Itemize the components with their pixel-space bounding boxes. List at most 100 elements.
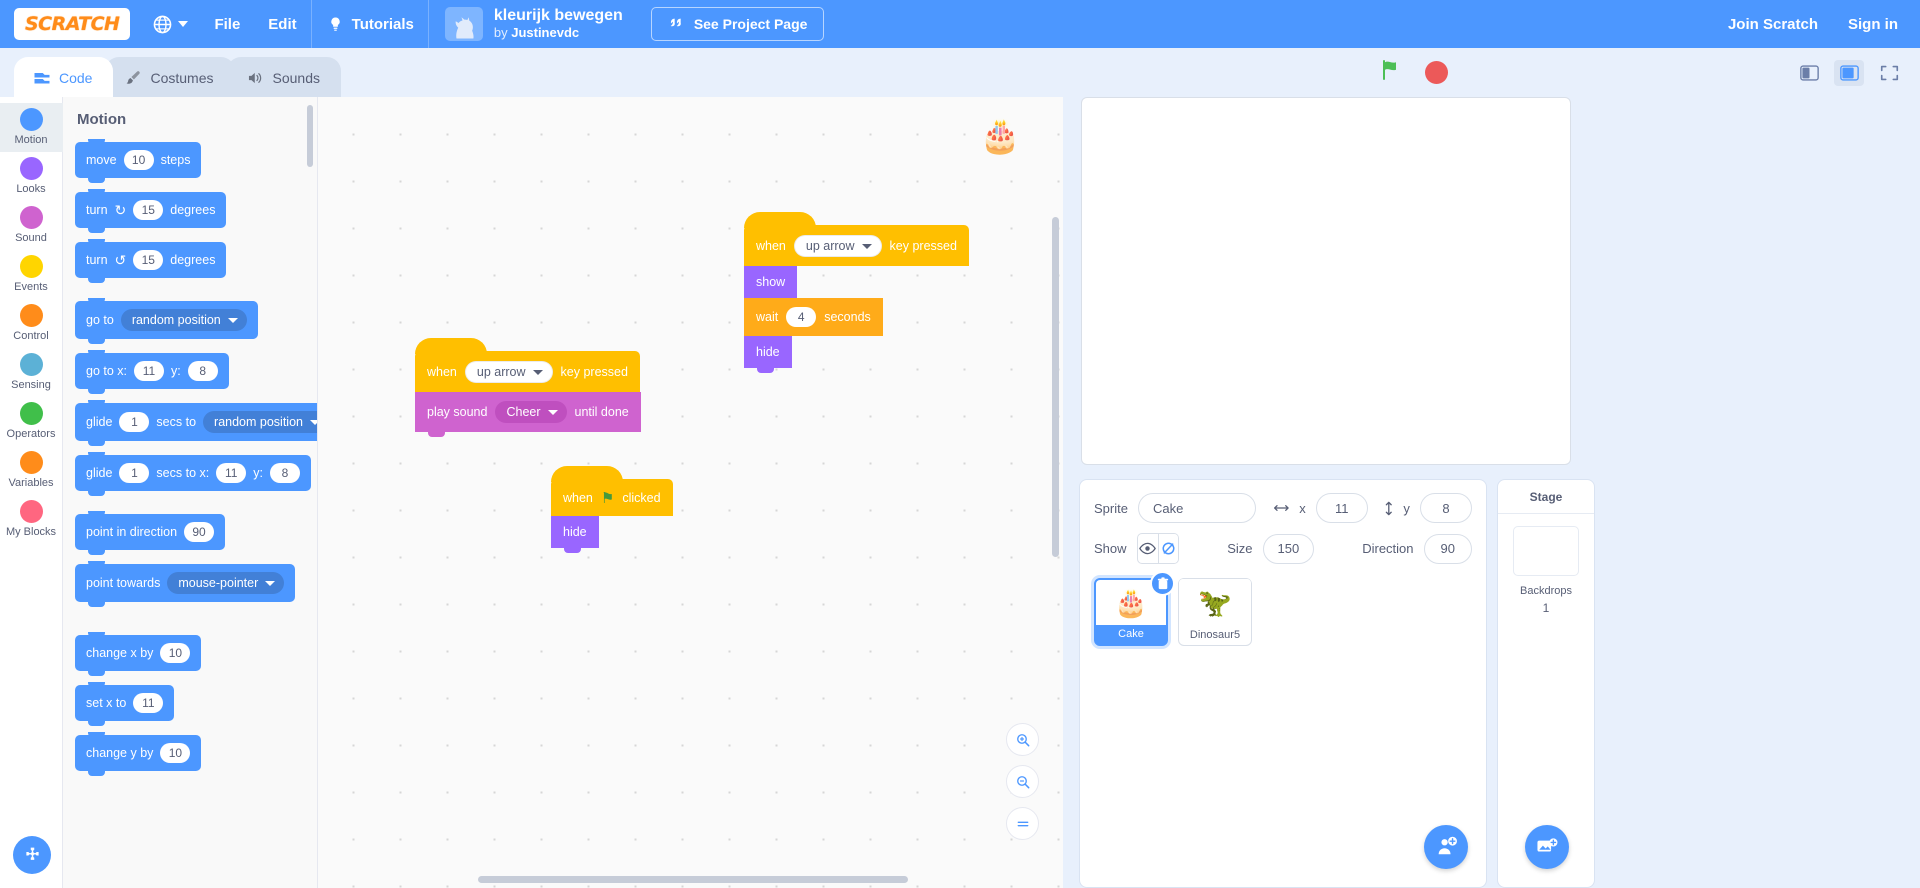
scratch-logo[interactable]: SCRATCH [14, 8, 131, 40]
block-play-sound-until-done[interactable]: play sound Cheer until done [415, 392, 641, 437]
hat-when-flag-clicked[interactable]: when ⚑ clicked [551, 466, 673, 521]
palette-block-glide-xy[interactable]: glide 1 secs to x: 11 y: 8 [75, 452, 311, 496]
palette-block-go-to-xy[interactable]: go to x: 11 y: 8 [75, 350, 229, 394]
category-motion[interactable]: Motion [0, 103, 63, 152]
category-events[interactable]: Events [0, 250, 63, 299]
block-dropdown-target[interactable]: random position [120, 309, 247, 331]
category-sensing[interactable]: Sensing [0, 348, 63, 397]
block-input-direction[interactable]: 90 [184, 522, 215, 542]
palette-block-move[interactable]: move 10 steps [75, 139, 202, 183]
join-scratch-link[interactable]: Join Scratch [1728, 16, 1818, 33]
script-key-show-hide[interactable]: when up arrow key pressed show wait 4 se… [744, 212, 969, 373]
fullscreen-button[interactable] [1874, 60, 1904, 86]
category-sound[interactable]: Sound [0, 201, 63, 250]
block-input-y[interactable]: 8 [187, 361, 218, 381]
block-hide[interactable]: hide [744, 336, 792, 373]
language-selector[interactable] [130, 0, 200, 48]
block-input-secs[interactable]: 1 [119, 463, 150, 483]
delete-sprite-button[interactable] [1150, 571, 1175, 596]
hat-when-key-pressed[interactable]: when up arrow key pressed [415, 338, 640, 397]
tab-code[interactable]: Code [14, 57, 114, 97]
block-input-secs[interactable]: 1 [119, 412, 150, 432]
block-input-steps[interactable]: 10 [123, 150, 154, 170]
add-backdrop-icon [1537, 838, 1558, 852]
green-flag-button[interactable] [1379, 58, 1403, 87]
block-input-x[interactable]: 11 [216, 463, 247, 483]
block-wait-seconds[interactable]: wait 4 seconds [744, 298, 883, 341]
canvas-horizontal-scrollbar[interactable] [478, 876, 908, 883]
key-dropdown[interactable]: up arrow [464, 361, 553, 383]
sprite-size-input[interactable]: 150 [1262, 533, 1315, 564]
block-dropdown-target[interactable]: random position [203, 411, 317, 433]
tab-costumes[interactable]: Costumes [105, 57, 235, 97]
sound-dropdown[interactable]: Cheer [495, 401, 567, 423]
block-input-x[interactable]: 11 [133, 693, 164, 713]
script-flag-hide[interactable]: when ⚑ clicked hide [551, 466, 673, 553]
block-hide[interactable]: hide [551, 516, 599, 553]
menu-file[interactable]: File [200, 0, 254, 48]
backdrop-thumbnail[interactable] [1513, 526, 1579, 576]
sprite-card-cake[interactable]: 🎂 Cake [1094, 571, 1175, 646]
large-stage-button[interactable] [1834, 59, 1864, 86]
block-input-degrees[interactable]: 15 [133, 250, 164, 270]
block-palette[interactable]: Motion move 10 steps turn ↻ 15 degrees t… [63, 97, 318, 888]
palette-block-set-x[interactable]: set x to 11 [75, 682, 175, 726]
dropdown-value: random position [131, 313, 221, 327]
menu-tutorials[interactable]: Tutorials [312, 0, 428, 48]
palette-block-turn-left[interactable]: turn ↺ 15 degrees [75, 239, 227, 283]
menu-edit[interactable]: Edit [254, 0, 310, 48]
chevron-down-icon [309, 419, 317, 425]
sprite-card-dinosaur5[interactable]: 🦖 Dinosaur5 [1178, 578, 1252, 646]
block-input-dy[interactable]: 10 [160, 743, 191, 763]
sprite-name-input[interactable]: Cake [1137, 493, 1257, 523]
category-looks[interactable]: Looks [0, 152, 63, 201]
small-stage-button[interactable] [1794, 60, 1824, 86]
add-sprite-button[interactable] [1424, 825, 1468, 869]
palette-block-change-x[interactable]: change x by 10 [75, 632, 202, 676]
block-dropdown-target[interactable]: mouse-pointer [167, 572, 285, 594]
sprite-y-input[interactable]: 8 [1419, 493, 1472, 523]
category-my-blocks[interactable]: My Blocks [0, 495, 63, 544]
block-show[interactable]: show [744, 266, 798, 303]
script-key-play-sound[interactable]: when up arrow key pressed play sound Che… [415, 338, 641, 437]
add-backdrop-button[interactable] [1525, 825, 1569, 869]
show-hidden-button[interactable] [1157, 534, 1179, 563]
by-prefix: by [493, 24, 512, 40]
palette-block-point-towards[interactable]: point towards mouse-pointer [75, 561, 296, 607]
block-input-dx[interactable]: 10 [160, 643, 191, 663]
canvas-vertical-scrollbar[interactable] [1052, 217, 1059, 557]
palette-scrollbar[interactable] [307, 105, 313, 167]
small-stage-icon [1799, 64, 1819, 81]
zoom-out-button[interactable] [1006, 765, 1039, 798]
zoom-in-button[interactable] [1006, 723, 1039, 756]
sprite-x-input[interactable]: 11 [1315, 493, 1368, 523]
tab-sounds[interactable]: Sounds [226, 57, 341, 97]
block-input-seconds[interactable]: 4 [786, 307, 817, 327]
dropdown-value: up arrow [805, 239, 855, 253]
stage-canvas[interactable] [1081, 97, 1571, 465]
show-visible-button[interactable] [1138, 534, 1158, 563]
hat-when-key-pressed[interactable]: when up arrow key pressed [744, 212, 969, 271]
palette-block-go-to[interactable]: go to random position [75, 298, 258, 344]
category-variables[interactable]: Variables [0, 446, 63, 495]
code-canvas[interactable]: 🎂 when up arrow key pressed show wait 4 … [318, 97, 1063, 888]
category-operators[interactable]: Operators [0, 397, 63, 446]
category-control[interactable]: Control [0, 299, 63, 348]
block-input-degrees[interactable]: 15 [133, 200, 164, 220]
block-input-x[interactable]: 11 [134, 361, 164, 381]
key-dropdown[interactable]: up arrow [793, 235, 882, 257]
block-input-y[interactable]: 8 [269, 463, 300, 483]
palette-block-glide-random[interactable]: glide 1 secs to random position [75, 400, 317, 446]
see-project-page-button[interactable]: See Project Page [650, 7, 825, 41]
sprite-direction-input[interactable]: 90 [1423, 533, 1472, 564]
zoom-reset-button[interactable] [1006, 807, 1039, 840]
palette-block-turn-right[interactable]: turn ↻ 15 degrees [75, 189, 227, 233]
stop-button[interactable] [1425, 61, 1448, 84]
palette-block-change-y[interactable]: change y by 10 [75, 732, 202, 776]
palette-block-point-direction[interactable]: point in direction 90 [75, 511, 226, 555]
large-stage-icon [1839, 64, 1859, 81]
sign-in-link[interactable]: Sign in [1848, 16, 1898, 33]
add-extension-button[interactable] [13, 836, 51, 874]
workspace: Motion Looks Sound Events Control Sensin… [0, 97, 1063, 888]
backdrops-count: 1 [1542, 601, 1550, 615]
